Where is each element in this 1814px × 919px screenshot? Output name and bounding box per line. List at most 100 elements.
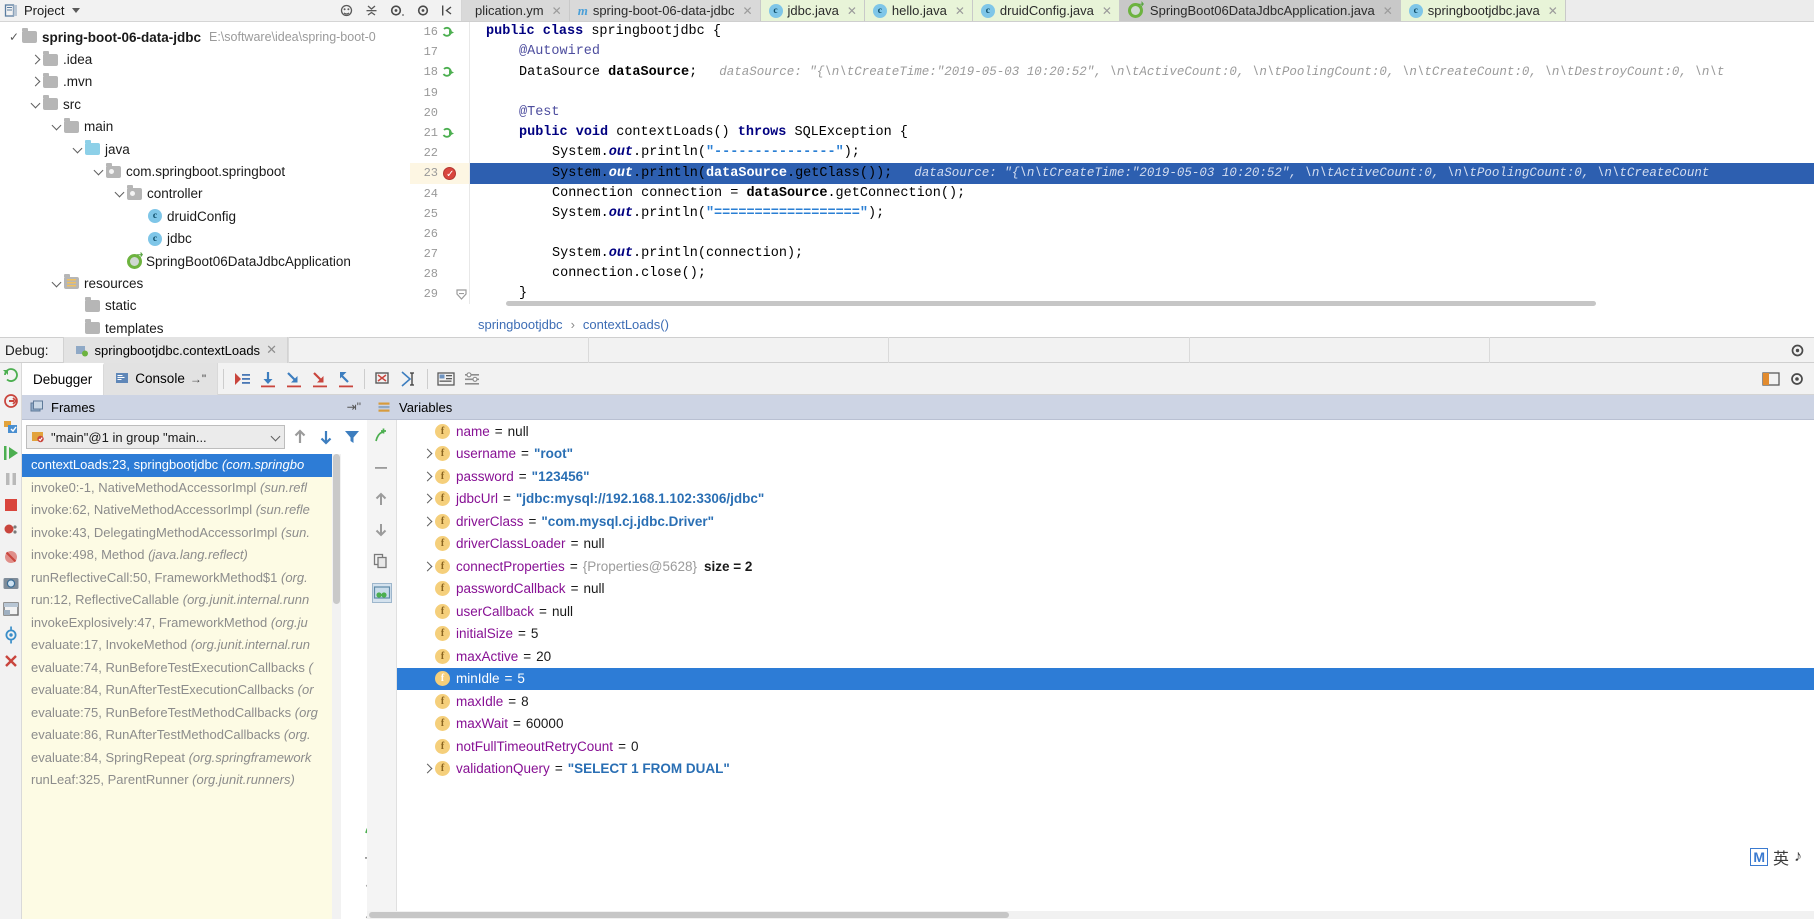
breadcrumb-method[interactable]: contextLoads() <box>583 317 669 332</box>
variable-row[interactable]: f driverClassLoader = null <box>397 533 1814 556</box>
resume-icon[interactable] <box>2 444 20 462</box>
gutter-line-20[interactable]: 20 <box>410 103 469 123</box>
close-icon[interactable]: ✕ <box>266 342 277 358</box>
tab-debugger[interactable]: Debugger <box>22 362 105 395</box>
scrollbar-thumb[interactable] <box>506 301 1596 306</box>
arrow-down-icon[interactable] <box>315 426 337 448</box>
variable-row[interactable]: f maxActive = 20 <box>397 645 1814 668</box>
tree-item--idea[interactable]: .idea <box>0 48 410 70</box>
tree-item--mvn[interactable]: .mvn <box>0 71 410 93</box>
gutter-line-16[interactable]: 16 <box>410 22 469 42</box>
editor-horizontal-scrollbar[interactable] <box>470 300 1814 306</box>
inspect-icon[interactable] <box>371 583 392 603</box>
breadcrumb-class[interactable]: springbootjdbc <box>478 317 563 332</box>
variable-row[interactable]: f passwordCallback = null <box>397 578 1814 601</box>
frame-item[interactable]: run:12, ReflectiveCallable (org.junit.in… <box>22 589 332 612</box>
editor-tab-spring-boot-06-data-jdbc[interactable]: m spring-boot-06-data-jdbc ✕ <box>569 0 761 21</box>
chevron-down-icon[interactable] <box>111 189 127 198</box>
hide-panel-icon[interactable] <box>440 3 455 18</box>
arrow-up-icon[interactable] <box>289 426 311 448</box>
close-icon[interactable] <box>2 652 20 670</box>
gear-icon[interactable] <box>1789 342 1806 359</box>
close-icon[interactable]: ✕ <box>955 4 965 18</box>
variable-row[interactable]: f initialSize = 5 <box>397 623 1814 646</box>
tree-item-springboot06datajdbcapplication[interactable]: SpringBoot06DataJdbcApplication <box>0 250 410 272</box>
chevron-down-icon[interactable] <box>72 8 81 13</box>
thread-selector[interactable]: "main"@1 in group "main... <box>26 425 285 449</box>
gutter-line-21[interactable]: 21 <box>410 123 469 143</box>
code-line-23[interactable]: System.out.println(dataSource.getClass()… <box>470 163 1814 184</box>
variable-row[interactable]: f password = "123456" <box>397 465 1814 488</box>
camera-icon[interactable] <box>2 574 20 592</box>
restart-icon[interactable] <box>2 418 20 436</box>
frame-item[interactable]: evaluate:84, SpringRepeat (org.springfra… <box>22 747 332 770</box>
move-down-icon[interactable] <box>372 521 392 541</box>
gutter-line-23[interactable]: 23 <box>410 163 469 187</box>
variables-list[interactable]: f name = null f username = "root" f password = "123… <box>397 420 1814 919</box>
chevron-right-icon[interactable] <box>419 449 435 458</box>
chevron-right-icon[interactable] <box>419 764 435 773</box>
rerun-failed-icon[interactable] <box>2 392 20 410</box>
gutter-line-29[interactable]: 29 <box>410 284 469 304</box>
tree-item-resources[interactable]: resources <box>0 272 410 294</box>
code-line-22[interactable]: System.out.println("---------------"); <box>470 143 1814 163</box>
tree-item-java[interactable]: java <box>0 138 410 160</box>
add-watch-icon[interactable] <box>372 428 392 448</box>
frame-item[interactable]: runReflectiveCall:50, FrameworkMethod$1 … <box>22 567 332 590</box>
layout-icon[interactable] <box>1760 368 1782 390</box>
tree-item-static[interactable]: static <box>0 295 410 317</box>
gutter-line-17[interactable]: 17 <box>410 42 469 62</box>
gutter-line-18[interactable]: 18 <box>410 62 469 82</box>
frame-item[interactable]: invokeExplosively:47, FrameworkMethod (o… <box>22 612 332 635</box>
tree-item-controller[interactable]: controller <box>0 183 410 205</box>
close-icon[interactable]: ✕ <box>847 4 857 18</box>
settings-icon[interactable] <box>461 368 483 390</box>
settings-icon[interactable] <box>2 626 20 644</box>
tree-item-druidconfig[interactable]: c druidConfig <box>0 205 410 227</box>
collapse-all-icon[interactable] <box>364 3 379 18</box>
variable-row[interactable]: f jdbcUrl = "jdbc:mysql://192.168.1.102:330… <box>397 488 1814 511</box>
chevron-down-icon[interactable] <box>90 167 106 176</box>
chevron-down-icon[interactable] <box>69 145 85 154</box>
code-line-16[interactable]: public class springbootjdbc { <box>470 22 1814 42</box>
frame-item[interactable]: evaluate:74, RunBeforeTestExecutionCallb… <box>22 657 332 680</box>
chevron-right-icon[interactable] <box>419 494 435 503</box>
frame-item[interactable]: evaluate:17, InvokeMethod (org.junit.int… <box>22 634 332 657</box>
chevron-right-icon[interactable] <box>419 517 435 526</box>
variable-row[interactable]: f validationQuery = "SELECT 1 FROM DUAL" <box>397 758 1814 781</box>
chevron-right-icon[interactable] <box>27 55 43 64</box>
editor-tab-springboot06datajdbcapplication-java[interactable]: SpringBoot06DataJdbcApplication.java ✕ <box>1119 0 1401 21</box>
frame-item[interactable]: invoke0:-1, NativeMethodAccessorImpl (su… <box>22 477 332 500</box>
code-line-25[interactable]: System.out.println("==================")… <box>470 204 1814 224</box>
filter-icon[interactable] <box>341 426 363 448</box>
gear-icon[interactable] <box>1786 368 1808 390</box>
editor-tab-bar[interactable]: plication.ym ✕ m spring-boot-06-data-jdbc ✕ c… <box>410 0 1814 22</box>
close-icon[interactable]: ✕ <box>1102 4 1112 18</box>
step-out-icon[interactable] <box>335 368 357 390</box>
close-icon[interactable]: ✕ <box>1383 4 1393 18</box>
frame-item[interactable]: invoke:43, DelegatingMethodAccessorImpl … <box>22 522 332 545</box>
gutter-line-26[interactable]: 26 <box>410 224 469 244</box>
frames-list[interactable]: contextLoads:23, springbootjdbc (com.spr… <box>22 454 332 919</box>
gear-icon[interactable] <box>416 3 431 18</box>
copy-value-icon[interactable] <box>372 552 392 572</box>
mute-breakpoints-icon[interactable] <box>2 548 20 566</box>
variables-side-toolbar[interactable] <box>367 420 397 919</box>
variable-row[interactable]: f driverClass = "com.mysql.cj.jdbc.Driver" <box>397 510 1814 533</box>
close-icon[interactable]: ✕ <box>552 4 562 18</box>
chevron-down-icon[interactable] <box>48 279 64 288</box>
gutter-line-28[interactable]: 28 <box>410 264 469 284</box>
debug-toolbar[interactable]: Debugger Console →" <box>22 362 1814 395</box>
chevron-down-icon[interactable] <box>27 100 43 109</box>
scrollbar-thumb[interactable] <box>333 454 340 604</box>
tree-item-templates[interactable]: templates <box>0 317 410 337</box>
code-line-28[interactable]: connection.close(); <box>470 264 1814 284</box>
frame-item[interactable]: runLeaf:325, ParentRunner (org.junit.run… <box>22 769 332 792</box>
frame-item[interactable]: invoke:62, NativeMethodAccessorImpl (sun… <box>22 499 332 522</box>
frames-scrollbar[interactable] <box>332 454 341 919</box>
run-gutter-icon[interactable] <box>442 22 456 42</box>
debug-left-rail[interactable] <box>0 363 22 919</box>
debug-session-tab[interactable]: springbootjdbc.contextLoads ✕ <box>62 337 288 363</box>
rerun-icon[interactable] <box>2 366 20 384</box>
code-line-26[interactable] <box>470 224 1814 244</box>
